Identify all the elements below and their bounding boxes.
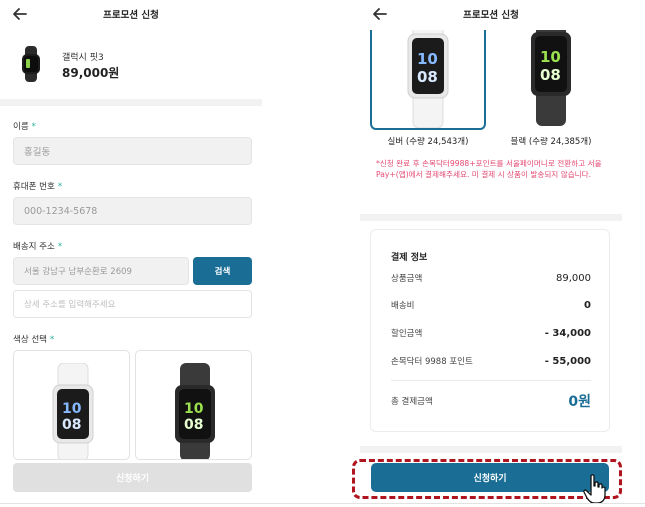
address-field[interactable]: 서울 강남구 남부순환로 2609 — [13, 257, 189, 285]
svg-text:10: 10 — [62, 401, 82, 417]
product-price: 89,000원 — [62, 66, 120, 80]
svg-text:08: 08 — [540, 66, 561, 84]
phone-label: 휴대폰 번호 * — [13, 182, 63, 192]
section-divider — [360, 214, 622, 221]
payment-notice: *신청 완료 후 손목닥터9988+포인트를 서울페이머니로 전환하고 서울Pa… — [376, 159, 602, 179]
required-mark: * — [57, 182, 63, 192]
svg-text:08: 08 — [62, 417, 81, 433]
required-mark: * — [31, 122, 36, 132]
required-mark: * — [57, 242, 63, 252]
required-mark: * — [49, 335, 55, 345]
form-screen: 프로모션 신청 갤럭시 핏3 89,000원 이름 * 홍길동 휴대폰 번호 * 0… — [0, 0, 262, 507]
payment-divider — [391, 380, 591, 381]
highlight-frame — [352, 459, 622, 499]
payment-row-points: 손목닥터 9988 포인트 - 55,000 — [391, 355, 591, 368]
total-label: 총 결제금액 — [391, 397, 433, 407]
payment-row-shipping: 배송비 0 — [391, 299, 591, 312]
svg-text:08: 08 — [417, 68, 438, 86]
color-option-silver[interactable]: 10 08 — [13, 350, 130, 460]
color-black-label: 블랙 (수량 24,385개) — [510, 137, 592, 147]
header: 프로모션 신청 — [360, 0, 622, 30]
total-value: 0원 — [568, 394, 591, 410]
payment-row-product: 상품금액 89,000 — [391, 272, 591, 285]
submit-button-disabled[interactable]: 신청하기 — [13, 463, 252, 492]
color-option-black[interactable]: 10 08 — [493, 22, 609, 130]
address-detail-input[interactable]: 상세 주소를 입력해주세요 — [13, 290, 252, 318]
address-label: 배송지 주소 * — [13, 242, 63, 252]
bottom-edge — [0, 503, 645, 504]
svg-text:10: 10 — [417, 50, 438, 68]
payment-row-discount: 할인금액 - 34,000 — [391, 327, 591, 340]
color-option-black[interactable]: 10 08 — [135, 350, 252, 460]
svg-text:08: 08 — [184, 417, 203, 433]
color-silver-label: 실버 (수량 24,543개) — [387, 137, 469, 147]
payment-title: 결제 정보 — [391, 253, 428, 263]
color-label: 색상 선택 * — [13, 335, 55, 345]
name-label: 이름 * — [13, 122, 36, 132]
product-name: 갤럭시 핏3 — [62, 53, 104, 63]
svg-text:10: 10 — [184, 401, 204, 417]
address-search-button[interactable]: 검색 — [193, 257, 252, 285]
svg-text:10: 10 — [540, 48, 561, 66]
payment-row-total: 총 결제금액 0원 — [391, 392, 591, 410]
page-title: 프로모션 신청 — [463, 10, 519, 21]
name-field[interactable]: 홍길동 — [13, 137, 252, 165]
payment-summary: 결제 정보 상품금액 89,000 배송비 0 할인금액 - 34,000 손목… — [370, 229, 610, 432]
product-image — [17, 46, 45, 82]
color-option-silver[interactable]: 10 08 — [370, 22, 486, 130]
section-divider — [360, 446, 622, 453]
phone-field[interactable]: 000-1234-5678 — [13, 197, 252, 225]
hand-pointer-icon — [583, 474, 607, 504]
payment-screen: 프로모션 신청 10 08 10 08 실버 (수량 24,543개) 블랙 (… — [360, 0, 622, 507]
page-title: 프로모션 신청 — [103, 10, 159, 21]
section-divider — [0, 99, 262, 106]
header: 프로모션 신청 — [0, 0, 262, 30]
